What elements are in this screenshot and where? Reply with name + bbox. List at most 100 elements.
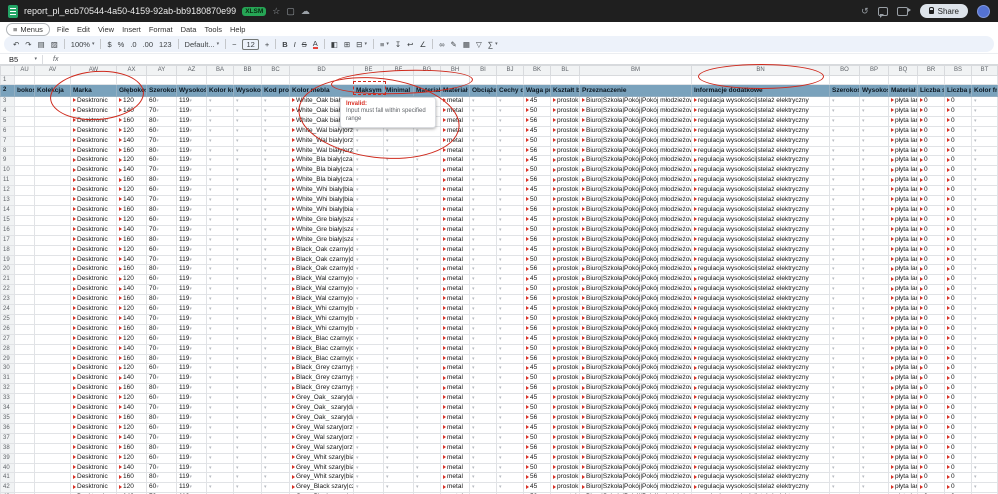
cell[interactable]: ▾	[383, 482, 414, 494]
cell[interactable]: metal	[440, 323, 470, 335]
cell[interactable]: ▾	[353, 175, 384, 187]
cell[interactable]: ▾	[233, 175, 262, 187]
field-header-cell[interactable]: Kolor fro	[971, 84, 998, 97]
dropdown-icon[interactable]: ▾	[832, 306, 835, 312]
dropdown-icon[interactable]: ▾	[209, 286, 212, 292]
cell[interactable]	[829, 75, 860, 85]
dropdown-icon[interactable]: ▾	[236, 455, 239, 461]
dropdown-icon[interactable]: ▾	[236, 385, 239, 391]
dropdown-icon[interactable]: ▾	[386, 128, 389, 134]
cell[interactable]: prostok	[550, 274, 580, 286]
cell[interactable]: 119▾	[176, 313, 207, 325]
cell[interactable]: ▾	[971, 353, 998, 365]
dropdown-icon[interactable]: ▾	[386, 425, 389, 431]
cell[interactable]: 45	[523, 214, 551, 226]
dropdown-icon[interactable]: ▾	[189, 286, 192, 292]
cell[interactable]: ▾	[469, 294, 497, 306]
cell[interactable]	[14, 353, 35, 365]
formula-input[interactable]	[58, 54, 998, 64]
dropdown-icon[interactable]: ▾	[189, 138, 192, 144]
cell[interactable]: White_Gre biały|szary	[289, 214, 354, 226]
dropdown-icon[interactable]: ▾	[974, 108, 977, 114]
dropdown-icon[interactable]: ▾	[832, 276, 835, 282]
cell[interactable]: ▾	[233, 195, 262, 206]
cell[interactable]: prostok	[550, 145, 580, 157]
dropdown-icon[interactable]: ▾	[356, 187, 359, 193]
dropdown-icon[interactable]: ▾	[209, 108, 212, 114]
cell[interactable]: ▾	[383, 413, 414, 424]
dropdown-icon[interactable]: ▾	[832, 445, 835, 451]
dropdown-icon[interactable]: ▾	[386, 167, 389, 173]
row-header-32[interactable]: 32	[0, 383, 15, 395]
dropdown-icon[interactable]: ▾	[472, 474, 475, 480]
dropdown-icon[interactable]: ▾	[189, 415, 192, 421]
cell[interactable]: regulacja wysokości|stelaż elektryczny	[691, 373, 830, 385]
cell[interactable]: 56	[523, 264, 551, 276]
cell[interactable]: 0	[944, 274, 972, 286]
menu-file[interactable]: File	[53, 24, 73, 35]
dropdown-icon[interactable]: ▾	[416, 138, 419, 144]
cell[interactable]	[691, 75, 830, 85]
dropdown-icon[interactable]: ▾	[156, 187, 159, 193]
cell[interactable]: ▾	[413, 472, 441, 484]
cell[interactable]: ▾	[353, 482, 384, 494]
cell[interactable]: Desktronic	[70, 145, 117, 157]
cell[interactable]: ▾	[353, 145, 384, 157]
cell[interactable]: 80▾	[146, 353, 177, 365]
dropdown-icon[interactable]: ▾	[386, 415, 389, 421]
dropdown-icon[interactable]: ▾	[209, 425, 212, 431]
cell[interactable]: ▾	[859, 442, 889, 454]
dropdown-icon[interactable]: ▾	[209, 465, 212, 471]
field-header-cell[interactable]: Materiał	[440, 84, 470, 97]
dropdown-icon[interactable]: ▾	[862, 365, 865, 371]
cell[interactable]	[14, 185, 35, 197]
cell[interactable]: metal	[440, 105, 470, 117]
dropdown-icon[interactable]: ▾	[264, 197, 267, 203]
cell[interactable]: regulacja wysokości|stelaż elektryczny	[691, 333, 830, 345]
dropdown-icon[interactable]: ▾	[416, 276, 419, 282]
dropdown-icon[interactable]: ▾	[236, 157, 239, 163]
cell[interactable]: ▾	[233, 413, 262, 424]
cell[interactable]: 119▾	[176, 432, 207, 444]
cell[interactable]	[34, 204, 71, 216]
cell[interactable]: Desktronic	[70, 214, 117, 226]
print-icon[interactable]: ▤	[38, 40, 45, 49]
cell[interactable]: 0	[944, 165, 972, 177]
column-header-BR[interactable]: BR	[917, 65, 945, 76]
dropdown-icon[interactable]: ▾	[236, 138, 239, 144]
dropdown-icon[interactable]: ▾	[832, 286, 835, 292]
dropdown-icon[interactable]: ▾	[832, 247, 835, 253]
dropdown-icon[interactable]: ▾	[209, 98, 212, 104]
currency-format-icon[interactable]: $	[107, 40, 111, 49]
cell[interactable]	[34, 432, 71, 444]
dropdown-icon[interactable]: ▾	[832, 98, 835, 104]
cell[interactable]: ▾	[206, 204, 234, 216]
cell[interactable]: ▾	[206, 452, 234, 464]
cell[interactable]: prostok	[550, 472, 580, 484]
dropdown-icon[interactable]: ▾	[264, 227, 267, 233]
dropdown-icon[interactable]: ▾	[832, 266, 835, 272]
cell[interactable]: ▾	[383, 393, 414, 405]
row-header-42[interactable]: 42	[0, 482, 15, 494]
field-header-cell[interactable]: Liczba sz	[917, 84, 945, 97]
cell[interactable]: ▾	[413, 422, 441, 434]
dropdown-icon[interactable]: ▾	[974, 276, 977, 282]
cell[interactable]: ▾	[496, 442, 524, 454]
cell[interactable]: 80▾	[146, 175, 177, 187]
cell[interactable]: 119▾	[176, 353, 207, 365]
dropdown-icon[interactable]: ▾	[264, 405, 267, 411]
dropdown-icon[interactable]: ▾	[264, 266, 267, 272]
cell[interactable]: ▾	[469, 105, 497, 117]
row-header-37[interactable]: 37	[0, 432, 15, 444]
cell[interactable]: Desktronic	[70, 333, 117, 345]
cell[interactable]	[34, 482, 71, 494]
dropdown-icon[interactable]: ▾	[862, 484, 865, 490]
dropdown-icon[interactable]: ▾	[356, 177, 359, 183]
cell[interactable]: ▾	[859, 125, 889, 137]
row-header-40[interactable]: 40	[0, 462, 15, 474]
cell[interactable]: metal	[440, 234, 470, 246]
cell[interactable]: 80▾	[146, 145, 177, 157]
cell[interactable]: ▾	[353, 373, 384, 385]
dropdown-icon[interactable]: ▾	[156, 128, 159, 134]
dropdown-icon[interactable]: ▾	[499, 108, 502, 114]
